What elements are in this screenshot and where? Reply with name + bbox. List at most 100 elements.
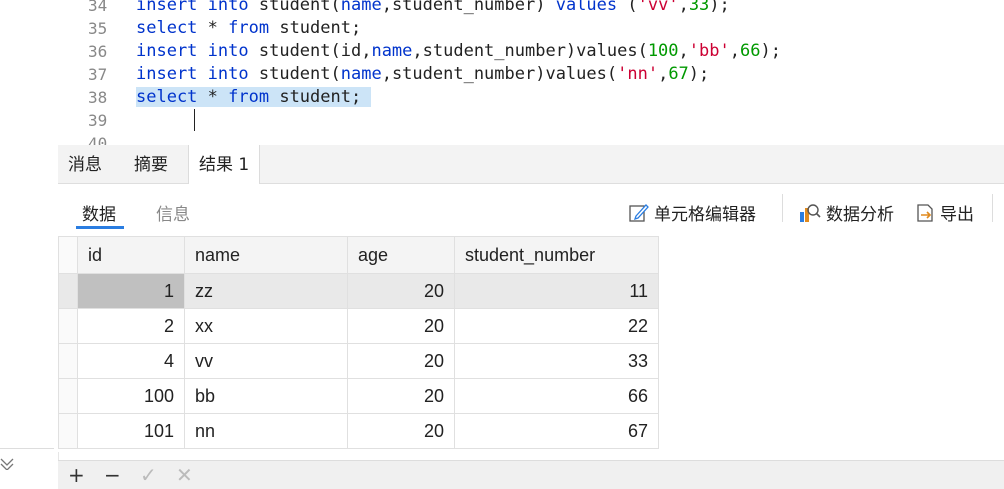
selected-text: select * from student; bbox=[136, 87, 372, 107]
table-cell[interactable]: 20 bbox=[347, 308, 455, 344]
text-caret bbox=[194, 109, 195, 131]
data-analysis-button[interactable]: 数据分析 bbox=[798, 200, 894, 225]
data-analysis-icon bbox=[798, 202, 822, 224]
column-header-age[interactable]: age bbox=[347, 236, 455, 274]
sql-column: name bbox=[340, 0, 382, 15]
cell-editor-button[interactable]: 单元格编辑器 bbox=[628, 200, 756, 225]
line-number: 40 bbox=[88, 134, 108, 145]
column-header-id[interactable]: id bbox=[77, 236, 185, 274]
table-cell[interactable]: 20 bbox=[347, 343, 455, 379]
export-button[interactable]: 导出 bbox=[914, 200, 974, 225]
tab-data[interactable]: 数据 bbox=[82, 200, 116, 225]
export-label: 导出 bbox=[940, 205, 974, 225]
row-header-corner bbox=[58, 236, 78, 274]
sql-text: ,student_number)values( bbox=[412, 41, 648, 61]
tab-result-1[interactable]: 结果 1 bbox=[188, 145, 261, 184]
delete-record-button[interactable]: − bbox=[104, 463, 121, 487]
table-cell[interactable]: 100 bbox=[77, 378, 185, 414]
toolbar-divider bbox=[782, 194, 783, 222]
line-number: 39 bbox=[88, 111, 108, 130]
grid-bottom-bar: + − ✓ ✕ bbox=[58, 460, 1004, 489]
table-row[interactable]: 1 zz 20 11 bbox=[58, 273, 659, 309]
table-cell[interactable]: 66 bbox=[454, 378, 659, 414]
sql-text: * bbox=[197, 18, 229, 38]
sql-number: 66 bbox=[739, 41, 761, 61]
row-header[interactable] bbox=[58, 343, 78, 379]
table-row[interactable]: 4 vv 20 33 bbox=[58, 343, 659, 379]
left-rail bbox=[0, 0, 59, 488]
table-cell[interactable]: 1 bbox=[77, 273, 185, 309]
sql-text: ); bbox=[760, 41, 781, 61]
row-header[interactable] bbox=[58, 308, 78, 344]
line-number: 35 bbox=[88, 19, 108, 38]
sql-text: ); bbox=[688, 64, 710, 84]
sql-keyword: from bbox=[228, 87, 270, 107]
line-number: 38 bbox=[88, 88, 108, 107]
table-cell[interactable]: 2 bbox=[77, 308, 185, 344]
table-cell[interactable]: bb bbox=[184, 378, 348, 414]
table-cell[interactable]: 4 bbox=[77, 343, 185, 379]
chevron-down-icon[interactable] bbox=[0, 456, 14, 474]
sql-text: ,student_number)values( bbox=[381, 64, 618, 84]
sql-keyword: insert bbox=[136, 0, 198, 15]
sql-keyword: into bbox=[207, 0, 249, 15]
table-cell[interactable]: nn bbox=[184, 413, 348, 449]
table-row[interactable]: 2 xx 20 22 bbox=[58, 308, 659, 344]
left-rail-divider bbox=[0, 448, 54, 449]
line-number: 37 bbox=[88, 65, 108, 84]
result-tabs: 消息 摘要 结果 1 bbox=[58, 145, 1004, 184]
result-grid[interactable]: id name age student_number 1 zz 20 11 2 … bbox=[58, 236, 1004, 452]
active-tab-indicator bbox=[76, 226, 124, 229]
tab-summary[interactable]: 摘要 bbox=[124, 145, 178, 183]
sql-keyword: select bbox=[136, 87, 198, 107]
sql-text: ,student_number) bbox=[381, 0, 556, 15]
column-header-student-number[interactable]: student_number bbox=[454, 236, 659, 274]
sql-keyword: values bbox=[555, 0, 618, 15]
table-cell[interactable]: 22 bbox=[454, 308, 659, 344]
discard-changes-button[interactable]: ✕ bbox=[176, 463, 193, 487]
sql-keyword: select bbox=[136, 18, 198, 38]
table-cell[interactable]: xx bbox=[184, 308, 348, 344]
sql-string: 'bb' bbox=[688, 41, 730, 61]
code-line-35: select * from student; bbox=[136, 17, 361, 40]
table-row[interactable]: 101 nn 20 67 bbox=[58, 413, 659, 449]
table-cell[interactable]: 11 bbox=[454, 273, 659, 309]
table-cell[interactable]: 33 bbox=[454, 343, 659, 379]
row-header[interactable] bbox=[58, 413, 78, 449]
cell-editor-label: 单元格编辑器 bbox=[654, 205, 756, 225]
data-analysis-label: 数据分析 bbox=[826, 205, 894, 225]
tab-info[interactable]: 信息 bbox=[156, 200, 190, 225]
table-cell[interactable]: 20 bbox=[347, 378, 455, 414]
row-header[interactable] bbox=[58, 273, 78, 309]
table-cell[interactable]: 67 bbox=[454, 413, 659, 449]
sql-number: 100 bbox=[647, 41, 679, 61]
table-cell[interactable]: 101 bbox=[77, 413, 185, 449]
sql-keyword: into bbox=[207, 41, 249, 61]
toolbar-divider bbox=[992, 194, 993, 222]
sql-text: student( bbox=[248, 64, 341, 84]
table-row[interactable]: 100 bb 20 66 bbox=[58, 378, 659, 414]
sql-string: 'vv' bbox=[637, 0, 679, 15]
sql-text: student( bbox=[248, 0, 341, 15]
sql-editor[interactable]: 34 35 36 37 38 39 40 insert into student… bbox=[58, 0, 1004, 145]
code-line-38: select * from student; bbox=[136, 86, 372, 109]
column-header-name[interactable]: name bbox=[184, 236, 348, 274]
code-line-36: insert into student(id,name,student_numb… bbox=[136, 40, 781, 63]
table-cell[interactable]: 20 bbox=[347, 413, 455, 449]
table-cell[interactable]: zz bbox=[184, 273, 348, 309]
sql-number: 67 bbox=[668, 64, 689, 84]
sql-text: ); bbox=[709, 0, 730, 15]
sql-text: ( bbox=[617, 0, 638, 15]
table-cell[interactable]: vv bbox=[184, 343, 348, 379]
apply-changes-button[interactable]: ✓ bbox=[140, 463, 157, 487]
export-icon bbox=[914, 202, 936, 224]
tab-messages[interactable]: 消息 bbox=[58, 145, 112, 183]
row-header[interactable] bbox=[58, 378, 78, 414]
sql-column: name bbox=[371, 41, 413, 61]
add-record-button[interactable]: + bbox=[68, 463, 85, 487]
code-line-34: insert into student(name,student_number)… bbox=[136, 0, 730, 17]
sql-keyword: into bbox=[207, 64, 249, 84]
table-cell[interactable]: 20 bbox=[347, 273, 455, 309]
line-number: 34 bbox=[88, 0, 108, 15]
result-table: id name age student_number 1 zz 20 11 2 … bbox=[58, 236, 659, 449]
